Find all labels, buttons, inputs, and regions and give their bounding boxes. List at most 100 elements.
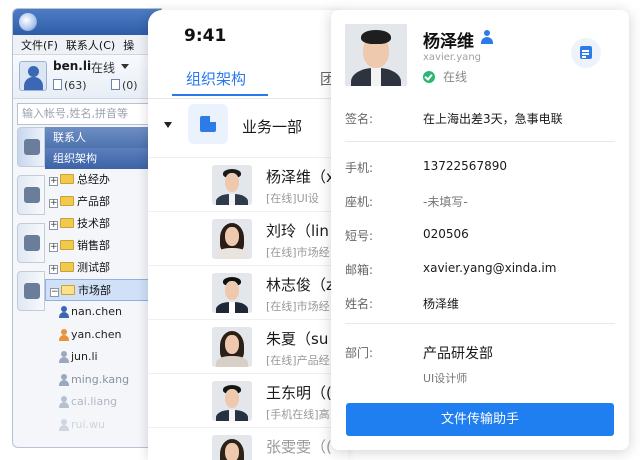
member-item[interactable]: cai.liang [45, 391, 161, 414]
contact-row[interactable]: 王东明（( [手机在线]高 [148, 373, 348, 427]
tree-node[interactable]: + 技术部 [45, 213, 161, 235]
history-side-tab[interactable] [17, 271, 45, 311]
side-tab-bar [17, 127, 45, 447]
job-title: UI设计师 [423, 372, 468, 385]
user-icon [59, 328, 69, 341]
field-value: 杨泽维 [423, 297, 460, 311]
contact-status: [在线]UI设 [266, 192, 319, 205]
tree-node-label: 技术部 [77, 217, 110, 230]
contacts-side-tab[interactable] [17, 127, 45, 167]
department-name[interactable]: 业务一部 [242, 116, 302, 137]
search-input[interactable]: 输入帐号,姓名,拼音等 [17, 103, 157, 125]
contact-name: 杨泽维（x [266, 168, 335, 186]
tab-org-structure[interactable]: 组织架构 [45, 148, 161, 169]
file-count[interactable]: (0) [111, 79, 138, 92]
user-icon [59, 418, 69, 431]
tree-node[interactable]: + 销售部 [45, 235, 161, 257]
file-transfer-button[interactable]: 文件传输助手 [346, 403, 614, 436]
user-panel: ben.li 在线 (63) (0) [13, 55, 161, 99]
member-name: yan.chen [71, 327, 122, 341]
contact-row[interactable]: 杨泽维（x [在线]UI设 [148, 157, 348, 211]
expand-icon[interactable]: + [49, 221, 58, 230]
field-value[interactable]: 13722567890 [423, 159, 507, 173]
divider [345, 141, 615, 142]
contact-row[interactable]: 林志俊（z [在线]市场经 [148, 265, 348, 319]
tree-node[interactable]: − 市场部 [45, 279, 161, 301]
member-item[interactable]: rui.wu [45, 414, 161, 437]
member-item[interactable]: ming.kang [45, 369, 161, 392]
menu-contacts[interactable]: 联系人(C) [66, 37, 115, 53]
profile-photo[interactable] [345, 24, 407, 86]
user-icon [59, 306, 69, 318]
department-icon [188, 104, 228, 144]
phone-side-tab[interactable] [17, 175, 45, 215]
contact-avatar [212, 219, 252, 259]
folder-icon [60, 196, 74, 206]
tab-divider [148, 98, 348, 99]
document-icon [111, 79, 120, 90]
contact-avatar [212, 435, 252, 460]
window-titlebar[interactable] [13, 9, 161, 35]
contact-name: 王东明（( [266, 384, 332, 402]
member-item[interactable]: jun.li [45, 346, 161, 369]
group-icon [24, 235, 40, 251]
tree-node-label: 产品部 [77, 195, 110, 208]
app-logo-icon [19, 13, 37, 31]
tree-node-label: 总经办 [77, 173, 110, 186]
tree-node[interactable]: + 产品部 [45, 191, 161, 213]
tree-node[interactable]: + 总经办 [45, 169, 161, 191]
contact-row[interactable]: 朱夏（su [在线]产品经 [148, 319, 348, 373]
file-count-value: (0) [122, 79, 138, 92]
field-label: 邮箱: [345, 263, 374, 277]
edit-button[interactable] [571, 38, 601, 68]
contact-row[interactable]: 刘玲（lin [在线]市场经 [148, 211, 348, 265]
member-name: ming.kang [71, 372, 130, 386]
chevron-down-icon[interactable] [121, 64, 129, 69]
contact-name: 刘玲（lin [266, 222, 329, 240]
user-icon [59, 351, 69, 363]
expand-icon[interactable]: + [49, 177, 58, 186]
folder-icon [60, 240, 74, 250]
tab-contacts[interactable]: 联系人 [45, 127, 161, 148]
field-value[interactable]: xavier.yang@xinda.im [423, 261, 556, 275]
contact-status: [手机在线]高 [266, 408, 330, 421]
user-icon [59, 373, 69, 386]
member-name: cai.liang [71, 395, 118, 408]
tab-org-structure-mobile[interactable]: 组织架构 [186, 68, 246, 89]
expand-icon[interactable]: + [49, 243, 58, 252]
collapse-caret-icon[interactable] [164, 122, 172, 128]
user-icon [59, 396, 69, 408]
message-count-value: (63) [64, 79, 87, 92]
profile-status: 在线 [443, 70, 468, 84]
field-label: 座机: [345, 195, 374, 209]
document-icon [53, 79, 62, 90]
contact-row[interactable]: 张雯雯（( [148, 427, 348, 460]
tree-node[interactable]: + 测试部 [45, 257, 161, 279]
contact-avatar [212, 327, 252, 367]
message-count[interactable]: (63) [53, 79, 87, 92]
member-item[interactable]: nan.chen [45, 301, 161, 324]
profile-account: xavier.yang [423, 52, 481, 63]
contact-avatar [212, 273, 252, 313]
department-value: 产品研发部 [423, 346, 493, 362]
group-side-tab[interactable] [17, 223, 45, 263]
menu-bar: 文件(F) 联系人(C) 操 [13, 35, 161, 55]
menu-operations[interactable]: 操 [123, 37, 134, 53]
org-tree: 联系人 组织架构 + 总经办 + 产品部 + 技术部 + 销售部 + 测试部 − 市场部 nan.ch… [45, 127, 161, 447]
status-selector[interactable]: 在线 [91, 59, 115, 76]
divider [345, 323, 615, 324]
contact-status: [在线]市场经 [266, 246, 330, 259]
desktop-client-window: 文件(F) 联系人(C) 操 ben.li 在线 (63) (0) 输入帐号,姓… [12, 8, 162, 448]
expand-icon[interactable]: + [49, 265, 58, 274]
folder-icon [60, 218, 74, 228]
phone-icon [24, 187, 40, 203]
online-check-icon [423, 71, 435, 83]
status-bar-time: 9:41 [184, 26, 227, 46]
expand-icon[interactable]: + [49, 199, 58, 208]
tree-node-label: 测试部 [77, 261, 110, 274]
avatar[interactable] [19, 61, 47, 91]
mobile-contacts-screen: 9:41 组织架构 团 业务一部 杨泽维（x [在线]UI设 刘玲（lin [在线]市… [148, 10, 348, 460]
menu-file[interactable]: 文件(F) [21, 37, 58, 53]
member-item[interactable]: yan.chen [45, 324, 161, 347]
collapse-icon[interactable]: − [50, 288, 59, 297]
